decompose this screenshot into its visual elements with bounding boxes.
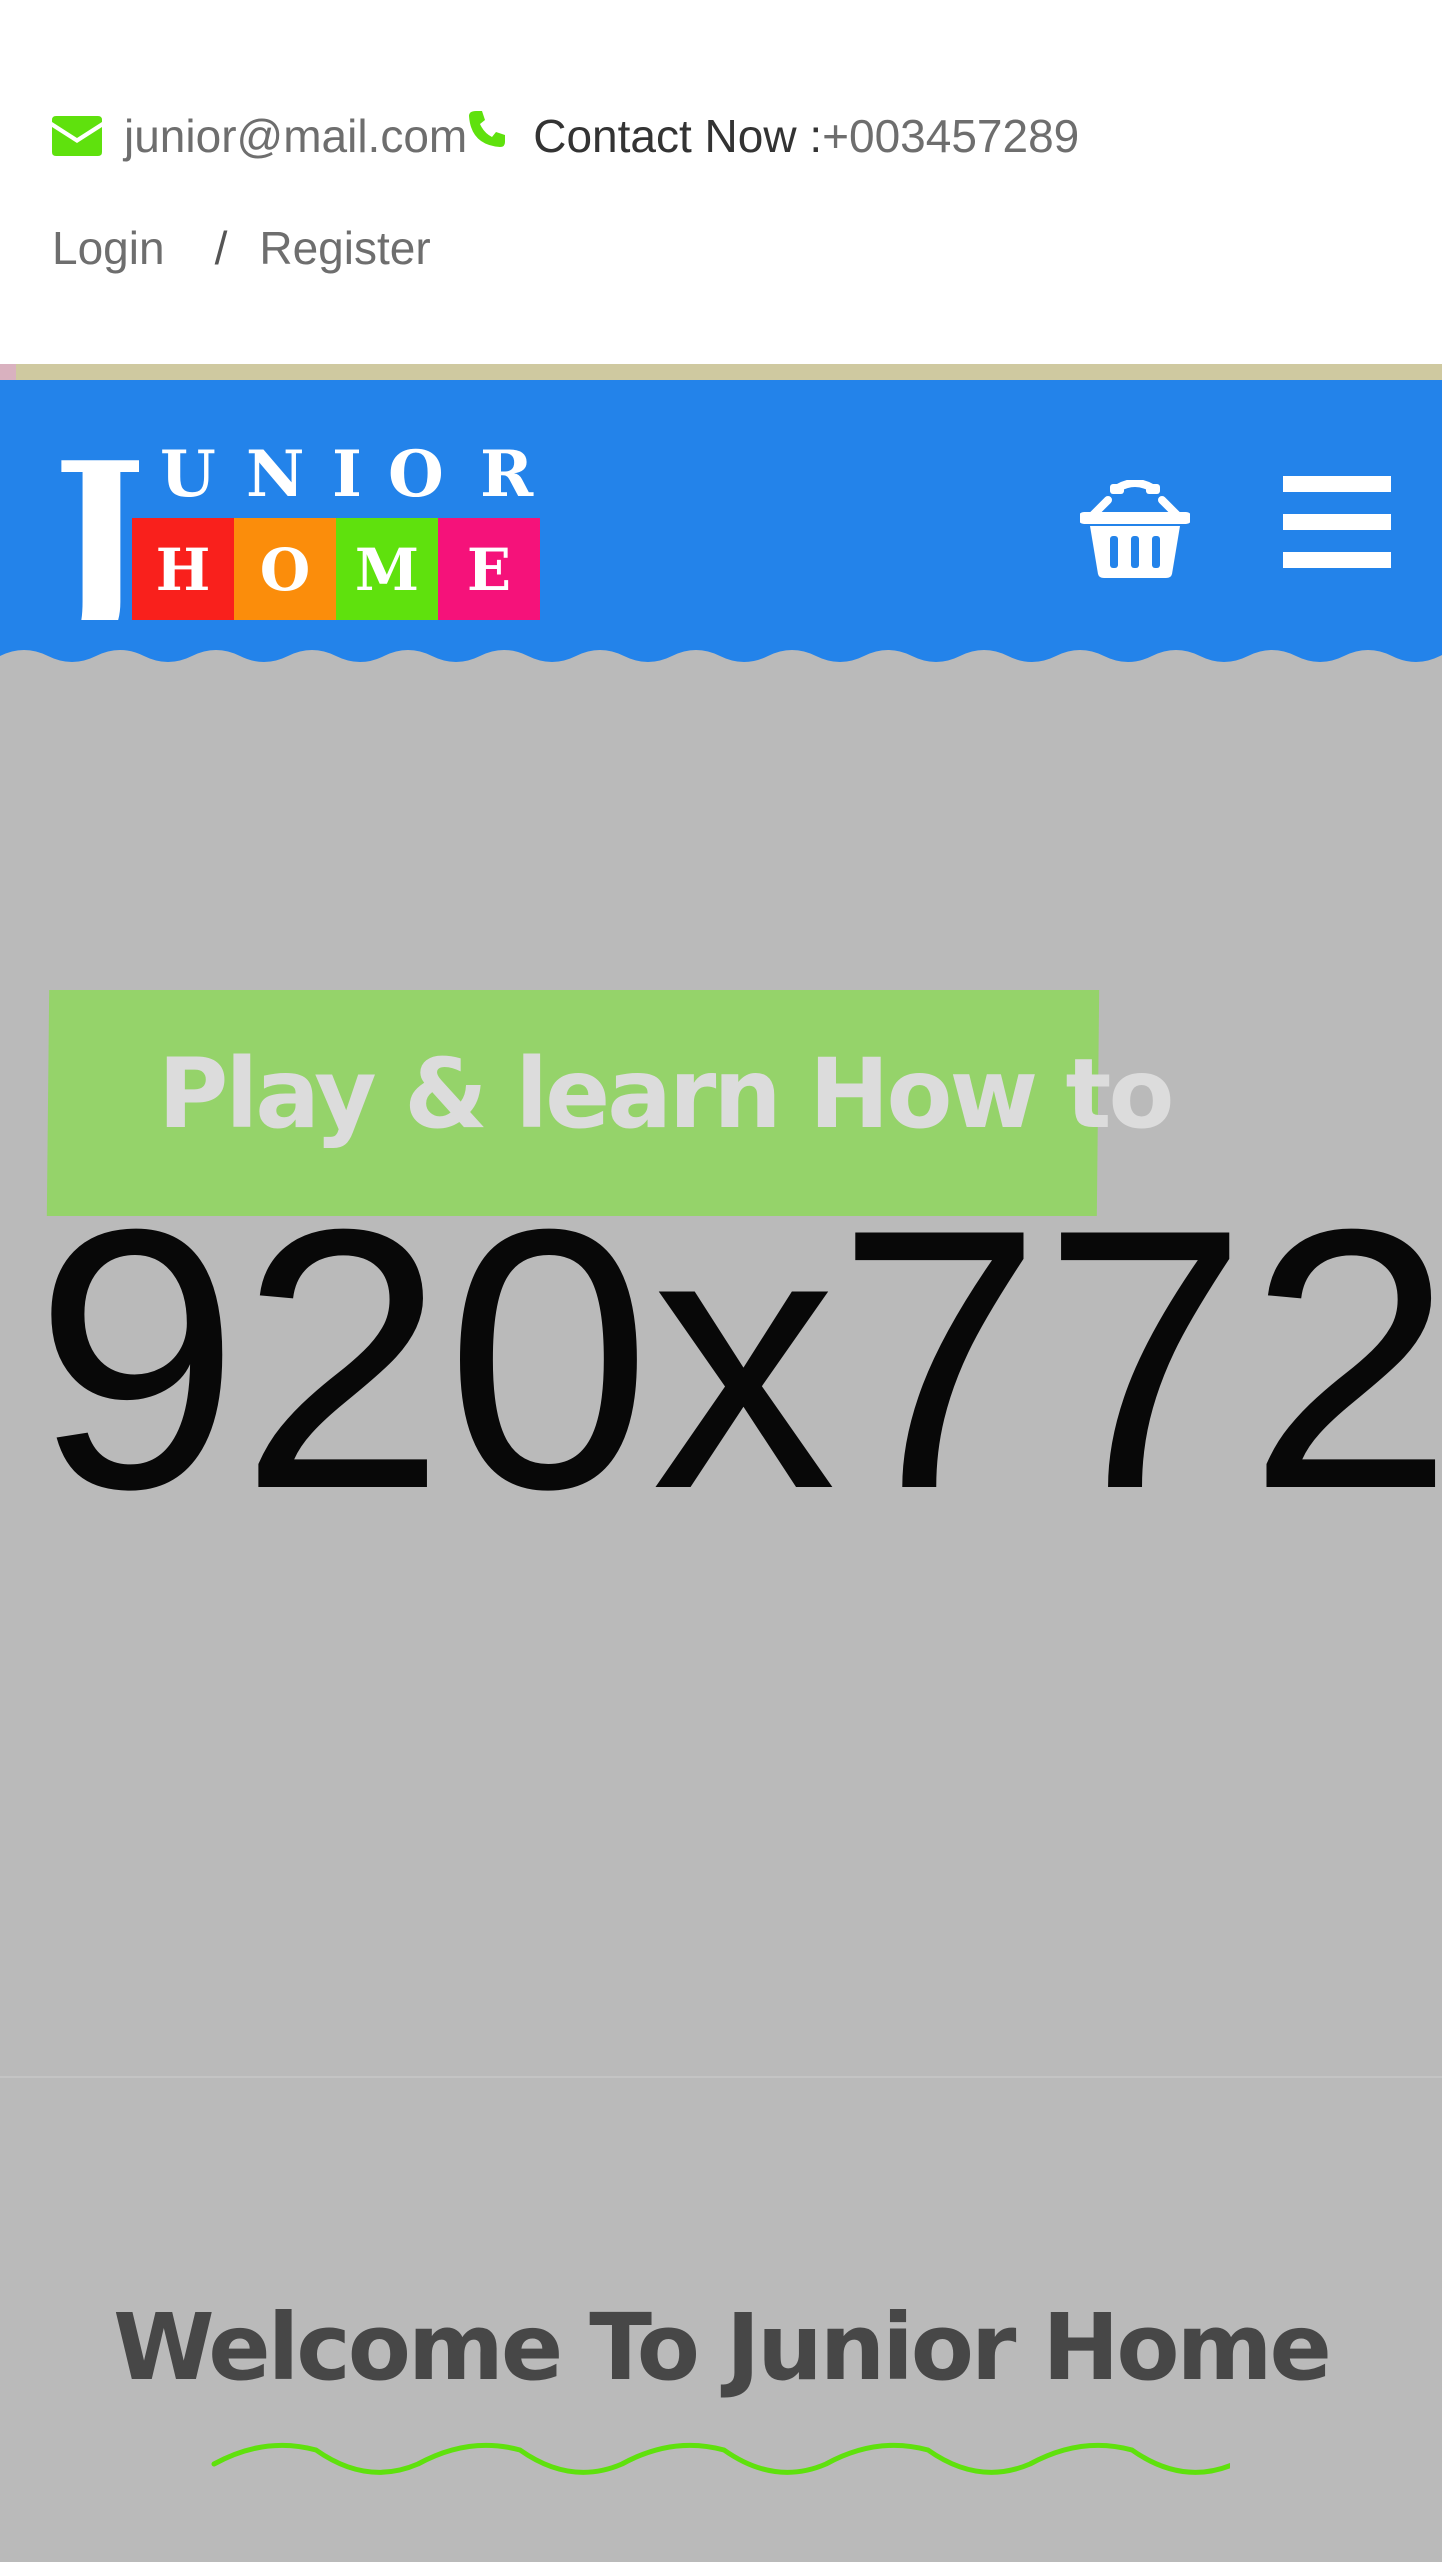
auth-row: Login / Register — [52, 218, 431, 278]
login-link[interactable]: Login — [52, 218, 165, 278]
welcome-title: Welcome To Junior Home — [113, 2294, 1332, 2401]
logo-letter-o: O — [388, 444, 444, 512]
logo-block-letter: M — [355, 536, 419, 604]
contact-label: Contact Now : — [533, 110, 823, 162]
header-wave-border — [0, 630, 1442, 662]
logo-letter-u: U — [160, 444, 216, 512]
hamburger-menu-icon[interactable] — [1283, 476, 1391, 568]
hero-image-placeholder: 920x772 — [34, 1153, 1442, 1566]
envelope-icon — [52, 116, 124, 156]
logo-letter-r: R — [480, 444, 534, 512]
register-link[interactable]: Register — [259, 218, 430, 278]
phone-link[interactable]: +003457289 — [822, 106, 1079, 166]
shopping-basket-icon[interactable] — [1080, 480, 1190, 580]
header-strip — [0, 364, 1442, 380]
top-bar: junior@mail.com Contact Now : +003457289… — [0, 0, 1442, 364]
header-strip-accent — [0, 364, 16, 380]
logo-block-letter: H — [156, 536, 211, 604]
phone-icon — [467, 111, 533, 149]
logo-block-letter: E — [467, 536, 511, 604]
email-link[interactable]: junior@mail.com — [124, 106, 467, 166]
logo-home-blocks: HOME — [132, 518, 540, 620]
contact-row: junior@mail.com Contact Now : +003457289 — [52, 106, 1079, 166]
auth-separator: / — [214, 222, 228, 274]
logo-block-letter: O — [260, 536, 311, 604]
hero-divider — [0, 2076, 1442, 2078]
hero-tag-text: Play & learn How to — [158, 1038, 1174, 1150]
logo-letter-i: I — [332, 444, 362, 512]
site-logo[interactable]: J U N I O R HOME — [52, 444, 552, 620]
logo-letter-n: N — [246, 444, 305, 512]
site-header: J U N I O R HOME — [0, 380, 1442, 640]
hero-slider[interactable]: Play & learn How to 920x772 — [0, 680, 1442, 2076]
welcome-wave-divider — [211, 2442, 1230, 2475]
